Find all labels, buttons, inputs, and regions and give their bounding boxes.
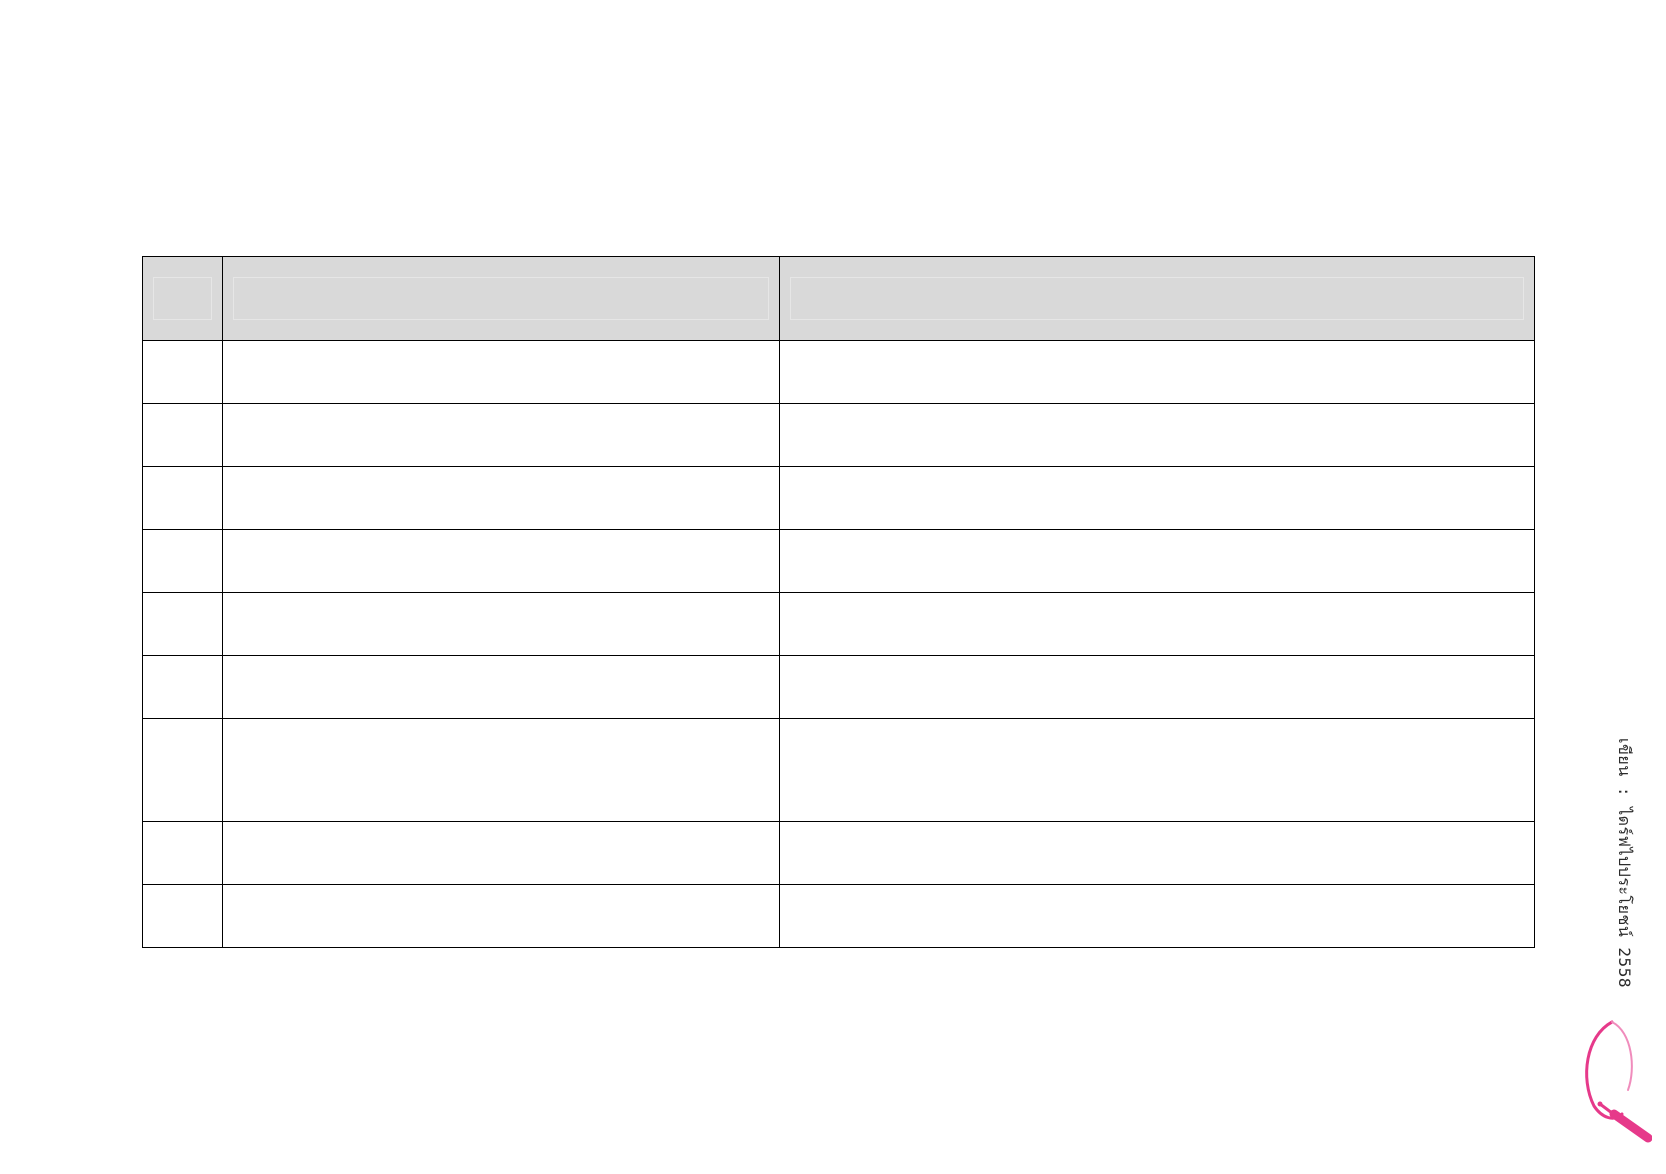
table-cell xyxy=(142,718,223,822)
table-cell xyxy=(222,340,780,404)
table-row xyxy=(142,529,1535,593)
table-cell xyxy=(779,821,1535,885)
header-cell-2 xyxy=(222,256,780,341)
table-cell xyxy=(222,884,780,948)
document-table xyxy=(142,256,1535,948)
table-cell xyxy=(779,655,1535,719)
table-cell xyxy=(222,529,780,593)
table-cell xyxy=(142,340,223,404)
table-header-row xyxy=(142,256,1535,341)
table-cell xyxy=(779,466,1535,530)
pen-swoosh-icon xyxy=(1585,1020,1652,1143)
table-cell xyxy=(142,655,223,719)
side-caption: เขียน : ไดร์ฟไปประโยชน์ 2558 xyxy=(1612,738,1636,1018)
table-cell xyxy=(142,821,223,885)
table-cell xyxy=(779,340,1535,404)
table-row xyxy=(142,655,1535,719)
table-row xyxy=(142,403,1535,467)
table-cell xyxy=(779,718,1535,822)
table-row xyxy=(142,884,1535,948)
table-cell xyxy=(142,592,223,656)
table-cell xyxy=(222,592,780,656)
table-cell xyxy=(779,529,1535,593)
table-cell xyxy=(779,884,1535,948)
table-row xyxy=(142,821,1535,885)
header-cell-1 xyxy=(142,256,223,341)
side-caption-text: เขียน : ไดร์ฟไปประโยชน์ 2558 xyxy=(1615,738,1634,988)
table-cell xyxy=(779,403,1535,467)
table-cell xyxy=(222,403,780,467)
table-cell xyxy=(142,403,223,467)
table-cell xyxy=(142,884,223,948)
table-cell xyxy=(142,466,223,530)
table-cell xyxy=(222,718,780,822)
table-cell xyxy=(779,592,1535,656)
table-cell xyxy=(142,529,223,593)
table-row xyxy=(142,340,1535,404)
table-row xyxy=(142,592,1535,656)
table-cell xyxy=(222,466,780,530)
table-cell xyxy=(222,655,780,719)
table-row xyxy=(142,718,1535,822)
table-row xyxy=(142,466,1535,530)
header-cell-3 xyxy=(779,256,1535,341)
table-cell xyxy=(222,821,780,885)
